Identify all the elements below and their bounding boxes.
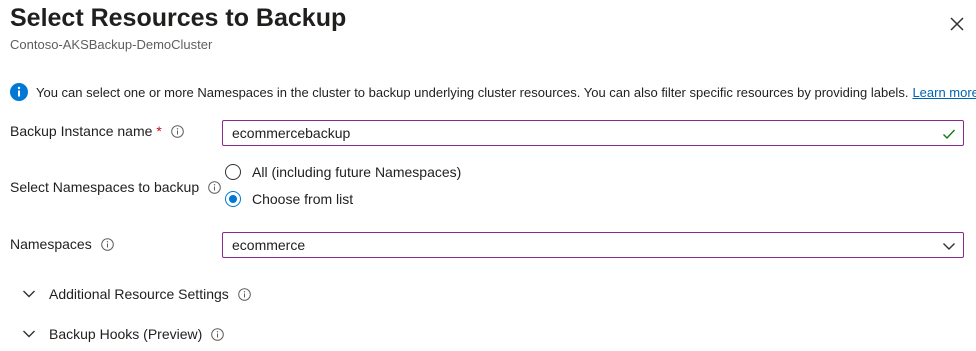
additional-resource-settings-expander[interactable]: Additional Resource Settings: [22, 283, 251, 305]
namespaces-text: Namespaces: [10, 236, 92, 252]
info-tooltip-icon[interactable]: [171, 124, 184, 138]
radio-choose-from-list[interactable]: Choose from list: [225, 189, 353, 209]
chevron-down-icon: [23, 330, 35, 338]
radio-all-label: All (including future Namespaces): [252, 164, 462, 180]
radio-button-unselected[interactable]: [225, 164, 241, 180]
chevron-down-icon: [943, 243, 955, 250]
backup-instance-name-value: ecommercebackup: [232, 125, 351, 141]
namespaces-label: Namespaces: [10, 236, 114, 252]
namespaces-value: ecommerce: [232, 237, 306, 253]
info-tooltip-icon[interactable]: [211, 327, 225, 341]
backup-resources-panel: Select Resources to Backup Contoso-AKSBa…: [0, 0, 976, 351]
close-button[interactable]: [945, 12, 969, 36]
radio-all-namespaces[interactable]: All (including future Namespaces): [225, 162, 461, 182]
backup-instance-name-text: Backup Instance name: [10, 123, 153, 139]
radio-button-selected[interactable]: [225, 191, 241, 207]
close-icon: [950, 17, 964, 31]
additional-resource-settings-label: Additional Resource Settings: [49, 286, 229, 302]
info-filled-icon: [10, 83, 28, 101]
namespaces-dropdown[interactable]: ecommerce: [222, 232, 964, 258]
select-namespaces-label: Select Namespaces to backup: [10, 179, 221, 195]
backup-instance-name-input[interactable]: ecommercebackup: [222, 120, 964, 146]
backup-instance-name-label: Backup Instance name *: [10, 123, 184, 139]
select-namespaces-text: Select Namespaces to backup: [10, 179, 200, 195]
radio-choose-label: Choose from list: [252, 191, 354, 207]
backup-hooks-label: Backup Hooks (Preview): [49, 326, 203, 342]
info-message: You can select one or more Namespaces in…: [36, 84, 909, 100]
info-tooltip-icon[interactable]: [237, 287, 251, 301]
learn-more-link[interactable]: Learn more: [912, 85, 976, 100]
required-marker: *: [156, 123, 162, 139]
checkmark-icon: [943, 129, 956, 140]
info-banner: You can select one or more Namespaces in…: [10, 82, 976, 102]
chevron-down-icon: [23, 290, 35, 298]
panel-title: Select Resources to Backup: [10, 4, 347, 32]
panel-subtitle: Contoso-AKSBackup-DemoCluster: [10, 37, 213, 52]
backup-hooks-expander[interactable]: Backup Hooks (Preview): [22, 323, 225, 345]
info-tooltip-icon[interactable]: [100, 237, 114, 251]
info-tooltip-icon[interactable]: [208, 180, 221, 194]
